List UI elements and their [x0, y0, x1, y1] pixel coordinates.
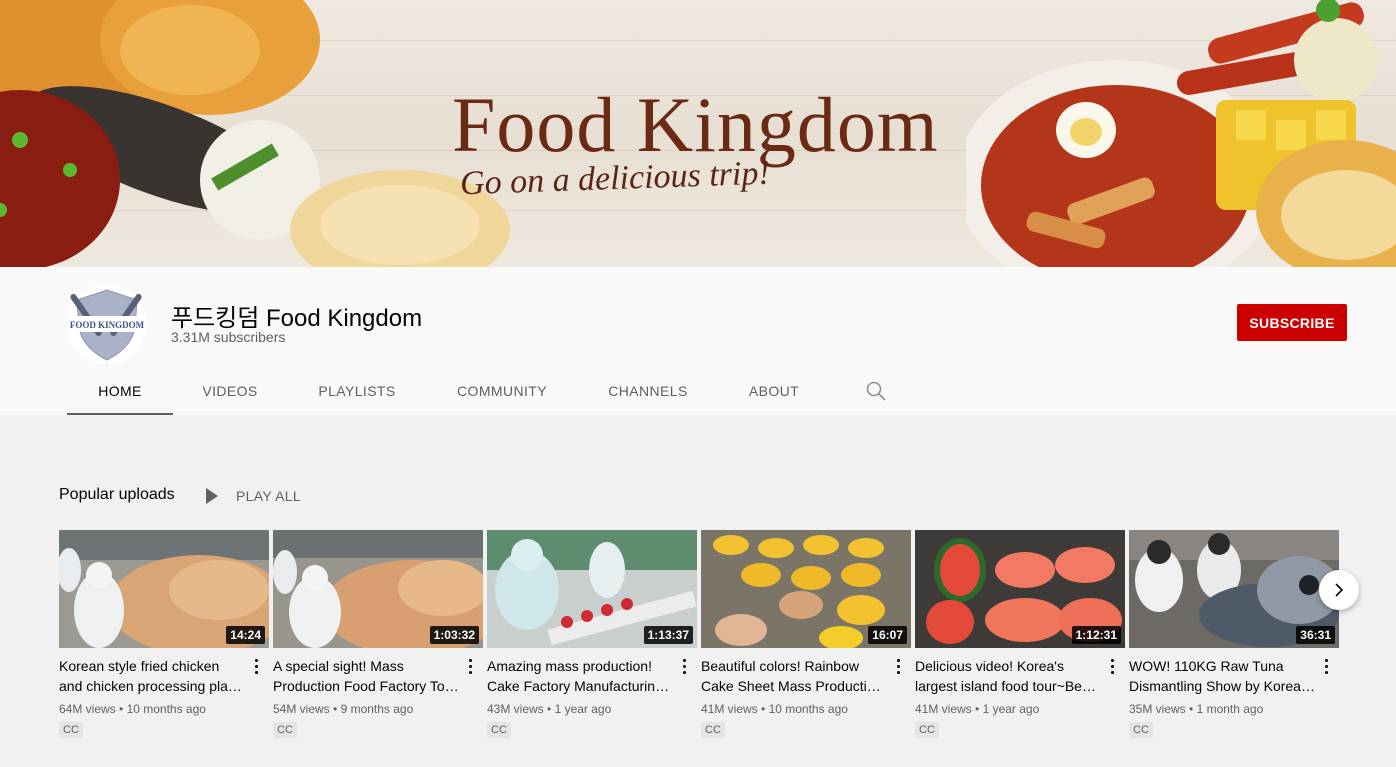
tab-about[interactable]: ABOUT: [719, 367, 829, 415]
video-title[interactable]: A special sight! Mass Production Food Fa…: [273, 656, 459, 696]
video-title[interactable]: WOW! 110KG Raw Tuna Dismantling Show by …: [1129, 656, 1315, 696]
video-thumbnail[interactable]: 36:31: [1129, 530, 1339, 648]
video-views: 35M views: [1129, 702, 1186, 716]
video-card[interactable]: 16:07 Beautiful colors! Rainbow Cake She…: [701, 530, 911, 738]
subscribe-button[interactable]: SUBSCRIBE: [1237, 304, 1347, 341]
next-arrow-button[interactable]: [1319, 570, 1359, 610]
video-meta: 64M views • 10 months ago: [59, 702, 206, 716]
video-title-line: Cake Factory Manufacturin…: [487, 678, 670, 694]
tab-channels[interactable]: CHANNELS: [577, 367, 719, 415]
video-card[interactable]: 14:24 Korean style fried chicken and chi…: [59, 530, 269, 738]
video-duration: 1:12:31: [1071, 626, 1121, 644]
cc-badge: CC: [59, 722, 83, 738]
tab-home[interactable]: HOME: [67, 367, 173, 415]
channel-tabs: HOME VIDEOS PLAYLISTS COMMUNITY CHANNELS…: [67, 367, 829, 415]
play-icon: [206, 488, 218, 504]
video-title[interactable]: Amazing mass production! Cake Factory Ma…: [487, 656, 673, 696]
video-age: 1 year ago: [982, 702, 1040, 716]
cc-badge: CC: [273, 722, 297, 738]
video-views: 43M views: [487, 702, 544, 716]
video-age: 1 year ago: [554, 702, 612, 716]
video-duration: 16:07: [868, 626, 907, 644]
video-title-line: A special sight! Mass: [273, 658, 404, 674]
video-title[interactable]: Korean style fried chicken and chicken p…: [59, 656, 245, 696]
video-title-line: and chicken processing pla…: [59, 678, 242, 694]
video-title-line: Beautiful colors! Rainbow: [701, 658, 859, 674]
video-card[interactable]: 36:31 WOW! 110KG Raw Tuna Dismantling Sh…: [1129, 530, 1339, 738]
channel-search-icon[interactable]: [864, 379, 888, 403]
channel-name: 푸드킹덤 Food Kingdom: [171, 305, 423, 332]
cc-badge: CC: [701, 722, 725, 738]
banner-food-left-image: [0, 0, 510, 267]
channel-banner: Food Kingdom Go on a delicious trip!: [0, 0, 1396, 267]
more-options-icon[interactable]: [463, 656, 477, 676]
cc-badge: CC: [487, 722, 511, 738]
video-age: 9 months ago: [340, 702, 414, 716]
avatar-text: FOOD KINGDOM: [70, 320, 145, 330]
video-title[interactable]: Delicious video! Korea's largest island …: [915, 656, 1101, 696]
video-title-line: largest island food tour~Be…: [915, 678, 1096, 694]
more-options-icon[interactable]: [891, 656, 905, 676]
play-all-label: PLAY ALL: [236, 488, 301, 504]
video-card[interactable]: 1:03:32 A special sight! Mass Production…: [273, 530, 483, 738]
video-views: 64M views: [59, 702, 116, 716]
cc-badge: CC: [1129, 722, 1153, 738]
tab-community[interactable]: COMMUNITY: [427, 367, 577, 415]
video-title-line: Dismantling Show by Korea'…: [1129, 678, 1315, 694]
video-title-line: Korean style fried chicken: [59, 658, 220, 674]
video-meta: 41M views • 10 months ago: [701, 702, 848, 716]
video-meta: 35M views • 1 month ago: [1129, 702, 1264, 716]
more-options-icon[interactable]: [1105, 656, 1119, 676]
video-thumbnail[interactable]: 1:13:37: [487, 530, 697, 648]
video-card[interactable]: 1:13:37 Amazing mass production! Cake Fa…: [487, 530, 697, 738]
video-views: 41M views: [701, 702, 758, 716]
video-age: 10 months ago: [768, 702, 848, 716]
more-options-icon[interactable]: [249, 656, 263, 676]
banner-food-right-image: [966, 0, 1396, 267]
video-thumbnail[interactable]: 1:12:31: [915, 530, 1125, 648]
video-thumbnail[interactable]: 1:03:32: [273, 530, 483, 648]
video-thumbnail[interactable]: 16:07: [701, 530, 911, 648]
video-duration: 1:13:37: [643, 626, 693, 644]
cc-badge: CC: [915, 722, 939, 738]
video-card[interactable]: 1:12:31 Delicious video! Korea's largest…: [915, 530, 1125, 738]
video-title-line: Delicious video! Korea's: [915, 658, 1064, 674]
video-title-line: WOW! 110KG Raw Tuna: [1129, 658, 1284, 674]
video-title-line: Amazing mass production!: [487, 658, 652, 674]
more-options-icon[interactable]: [1319, 656, 1333, 676]
video-title-line: Production Food Factory To…: [273, 678, 459, 694]
tab-playlists[interactable]: PLAYLISTS: [287, 367, 427, 415]
channel-avatar[interactable]: FOOD KINGDOM: [67, 284, 147, 364]
subscriber-count: 3.31M subscribers: [171, 329, 286, 345]
video-thumbnail[interactable]: 14:24: [59, 530, 269, 648]
video-views: 41M views: [915, 702, 972, 716]
video-meta: 41M views • 1 year ago: [915, 702, 1040, 716]
video-title[interactable]: Beautiful colors! Rainbow Cake Sheet Mas…: [701, 656, 887, 696]
shelf-title: Popular uploads: [59, 486, 175, 503]
video-age: 1 month ago: [1196, 702, 1264, 716]
video-views: 54M views: [273, 702, 330, 716]
more-options-icon[interactable]: [677, 656, 691, 676]
play-all-button[interactable]: PLAY ALL: [201, 484, 301, 508]
video-title-line: Cake Sheet Mass Productio…: [701, 678, 887, 694]
video-meta: 43M views • 1 year ago: [487, 702, 612, 716]
video-duration: 14:24: [226, 626, 265, 644]
video-age: 10 months ago: [126, 702, 206, 716]
chevron-right-icon: [1335, 583, 1344, 597]
video-duration: 36:31: [1296, 626, 1335, 644]
video-duration: 1:03:32: [429, 626, 479, 644]
tab-videos[interactable]: VIDEOS: [173, 367, 287, 415]
video-meta: 54M views • 9 months ago: [273, 702, 414, 716]
